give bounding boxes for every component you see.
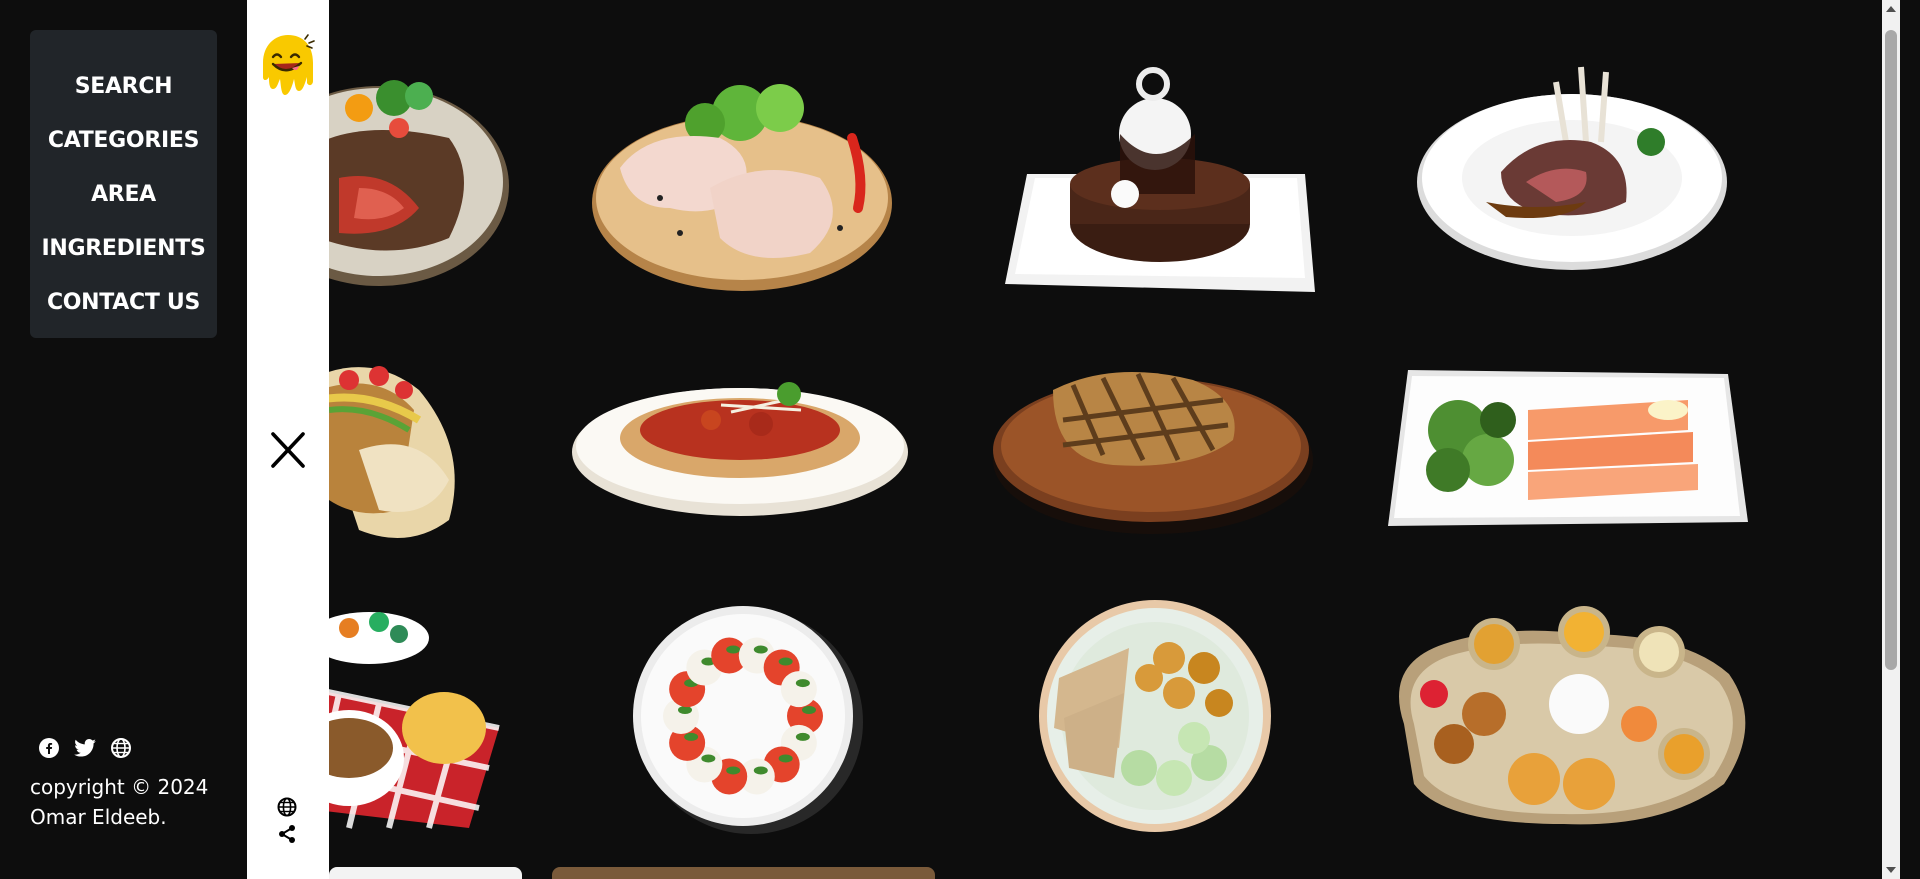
nav-bar <box>247 0 329 879</box>
dish-card-vegetarian[interactable] <box>1384 604 1754 828</box>
globe-icon[interactable] <box>277 797 299 819</box>
dish-card-mexican[interactable] <box>329 350 467 550</box>
dish-card-starter[interactable] <box>627 598 863 838</box>
menu-links: SEARCH CATEGORIES AREA INGREDIENTS CONTA… <box>30 30 217 338</box>
scroll-up-arrow-icon[interactable] <box>1886 6 1896 12</box>
facebook-icon[interactable] <box>38 737 60 759</box>
dish-card-seafood[interactable] <box>1388 370 1748 526</box>
copyright: copyright © 2024 Omar Eldeeb. <box>30 772 230 832</box>
dish-card-lamb[interactable] <box>1416 62 1728 276</box>
dish-card-pork[interactable] <box>993 360 1329 538</box>
dish-card-dessert[interactable] <box>1005 64 1317 300</box>
author-name: Omar Eldeeb. <box>30 805 167 829</box>
menu-item-categories[interactable]: CATEGORIES <box>30 114 217 168</box>
globe-icon[interactable] <box>110 737 132 759</box>
categories-grid <box>329 0 1900 879</box>
menu-item-contact-us[interactable]: CONTACT US <box>30 276 217 330</box>
scroll-down-arrow-icon[interactable] <box>1886 867 1896 873</box>
dish-card-row4-a[interactable] <box>329 867 522 879</box>
dish-card-vegan[interactable] <box>1039 598 1271 834</box>
menu-item-search[interactable]: SEARCH <box>30 60 217 114</box>
side-menu: SEARCH CATEGORIES AREA INGREDIENTS CONTA… <box>0 0 247 879</box>
share-icon[interactable] <box>277 824 299 846</box>
menu-item-ingredients[interactable]: INGREDIENTS <box>30 222 217 276</box>
dish-card-side[interactable] <box>329 608 517 830</box>
twitter-icon[interactable] <box>74 737 96 759</box>
dish-card-chicken[interactable] <box>590 68 900 298</box>
dish-card-pasta[interactable] <box>571 380 909 520</box>
dish-card-row4-b[interactable] <box>552 867 935 879</box>
smiley-logo[interactable] <box>259 33 317 101</box>
scrollbar[interactable] <box>1882 0 1900 879</box>
dish-card-beef[interactable] <box>329 58 511 290</box>
copyright-line: copyright © 2024 <box>30 775 209 799</box>
social-links <box>38 737 132 759</box>
menu-item-area[interactable]: AREA <box>30 168 217 222</box>
close-icon[interactable] <box>269 428 307 472</box>
scroll-thumb[interactable] <box>1885 30 1897 670</box>
